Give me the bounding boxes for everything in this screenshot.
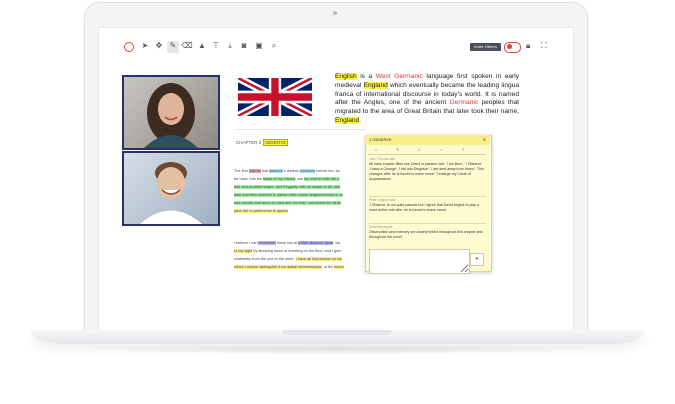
- text-line: dark that they seemed to darken their wh…: [234, 191, 366, 199]
- text-run: , are: [295, 177, 305, 181]
- highlighted-text[interactable]: England: [335, 116, 360, 124]
- participant-avatar-woman: [144, 83, 198, 148]
- highlighted-text[interactable]: assume: [269, 169, 283, 173]
- close-icon[interactable]: ✕: [483, 135, 486, 145]
- chapter-label: CHAPTER 2: [236, 140, 262, 145]
- text-run: that: [260, 169, 270, 173]
- send-icon[interactable]: ➤: [470, 253, 484, 266]
- text-run: far back, into the: [234, 177, 264, 181]
- comment-tabs: ☺ ✎ ⌕ ✓ ≡: [368, 147, 486, 155]
- highlighted-text[interactable]: objects: [248, 169, 261, 173]
- highlighted-text[interactable]: and cheeks and arms so hard and red that…: [234, 201, 341, 205]
- highlighted-text[interactable]: England: [363, 81, 388, 89]
- text-run: a distinct: [282, 169, 300, 173]
- text-run: by stooping down or kneeling on the floo…: [252, 249, 342, 253]
- edit-tab-icon[interactable]: ✎: [396, 147, 399, 152]
- search-tab-icon[interactable]: ⌕: [418, 147, 420, 152]
- text-run: The first: [234, 169, 249, 173]
- laptop-shadow: [60, 344, 615, 354]
- download-icon[interactable]: ⤓: [224, 41, 236, 53]
- intro-paragraph: English is a West Germanic language firs…: [335, 73, 519, 126]
- comment-panel-header: 1 OBSERVE ✕: [365, 135, 490, 145]
- text-run: unsteadily from the one to the other.: [234, 257, 296, 261]
- move-icon[interactable]: ✥: [153, 41, 165, 53]
- highlighted-text[interactable]: presence: [299, 169, 316, 173]
- divider: [236, 129, 366, 130]
- comment-text: 'I Observe' is not quite passive but I a…: [369, 203, 480, 212]
- check-tab-icon[interactable]: ✓: [440, 147, 443, 152]
- comment-item: Peter Hughes said 'I Observe' is not qui…: [369, 198, 484, 213]
- highlighted-text[interactable]: blank of my infancy: [263, 177, 296, 181]
- highlighted-text[interactable]: West Germanic: [376, 73, 423, 80]
- text-line: peck her in preference to apples: [234, 207, 366, 215]
- highlighted-text[interactable]: which I cannot distinguish from actual r…: [234, 265, 322, 269]
- body-paragraph-1: The first objects that assume a distinct…: [234, 167, 366, 215]
- eraser-icon[interactable]: ⌫: [181, 41, 193, 53]
- text-line: which I cannot distinguish from actual r…: [234, 263, 366, 271]
- highlighted-text[interactable]: peck her in preference to: [234, 209, 278, 213]
- uk-flag-image: [238, 78, 312, 116]
- pen-icon[interactable]: ✎: [167, 41, 179, 53]
- highlighted-text[interactable]: touch: [334, 265, 344, 269]
- text-run: is a: [356, 73, 376, 80]
- highlighted-text[interactable]: remember: [258, 241, 276, 245]
- reply-input[interactable]: [369, 249, 470, 274]
- video-tile-participant-2[interactable]: [122, 151, 220, 226]
- record-icon[interactable]: [124, 42, 134, 52]
- participant-avatar-man: [140, 162, 202, 224]
- highlighted-text[interactable]: English: [335, 73, 357, 80]
- webcam: [333, 11, 337, 15]
- highlighted-text[interactable]: dark that they seemed to darken their wh…: [234, 193, 343, 197]
- video-tile-participant-1[interactable]: [122, 75, 220, 150]
- text-run: , of the: [321, 265, 335, 269]
- search-icon[interactable]: ⌕: [268, 41, 280, 53]
- text-line: unsteadily from the one to the other. I …: [234, 255, 366, 263]
- text-run: , dw: [333, 241, 341, 245]
- chapter-heading: CHAPTER 2 OBSERVE: [236, 139, 289, 146]
- highlighted-text[interactable]: hair and youthful shape, and Peggotty wi…: [234, 185, 340, 189]
- text-line: The first objects that assume a distinct…: [234, 167, 366, 175]
- comment-divider: [369, 223, 486, 224]
- highlighted-text[interactable]: a little distance apart: [298, 241, 334, 245]
- highlighted-text[interactable]: my mother with her p: [304, 177, 340, 181]
- pointer-icon[interactable]: ➤: [139, 41, 151, 53]
- text-run: these two at: [275, 241, 299, 245]
- highlighted-text[interactable]: apples: [277, 209, 289, 213]
- text-run: .: [359, 116, 362, 124]
- fullscreen-icon[interactable]: ⛶: [541, 41, 547, 51]
- text-line: and cheeks and arms so hard and red that…: [234, 199, 366, 207]
- camera-icon[interactable]: ◙: [238, 41, 250, 53]
- laptop-notch: [282, 330, 392, 335]
- body-paragraph-2: I believe I can remember these two at a …: [234, 239, 366, 271]
- highlighted-text[interactable]: I have an impression on my: [295, 257, 343, 261]
- comment-text: All early chapter titles use David in pa…: [369, 162, 484, 181]
- comment-panel-title: 1 OBSERVE: [369, 137, 392, 142]
- highlighted-text[interactable]: Germanic: [450, 99, 479, 106]
- text-line: far back, into the blank of my infancy, …: [234, 175, 366, 183]
- record-dot-icon: [507, 44, 512, 49]
- chapter-tag[interactable]: OBSERVE: [262, 139, 289, 146]
- lock-icon[interactable]: 🔒︎: [526, 41, 530, 51]
- comment-item: Sarah Marquaist Observation and memory a…: [369, 225, 484, 240]
- highlighted-text[interactable]: to my sight: [234, 249, 253, 253]
- text-line: to my sight by stooping down or kneeling…: [234, 247, 366, 255]
- shapes-icon[interactable]: ▲: [196, 41, 208, 53]
- comment-divider: [369, 196, 486, 197]
- text-run: I believe I can: [234, 241, 259, 245]
- invite-others-button[interactable]: Invite Others: [470, 43, 501, 51]
- list-tab-icon[interactable]: ≡: [462, 147, 464, 152]
- text-line: hair and youthful shape, and Peggotty wi…: [234, 183, 366, 191]
- emoji-tab-icon[interactable]: ☺: [374, 147, 378, 152]
- filter-icon[interactable]: ⊤: [210, 41, 222, 53]
- comment-text: Observation and memory are closely linke…: [369, 230, 483, 239]
- text-line: I believe I can remember these two at a …: [234, 239, 366, 247]
- text-run: before me, as: [315, 169, 340, 173]
- comment-item: John Thomas said All early chapter title…: [369, 157, 484, 182]
- image-icon[interactable]: ▣: [253, 41, 265, 53]
